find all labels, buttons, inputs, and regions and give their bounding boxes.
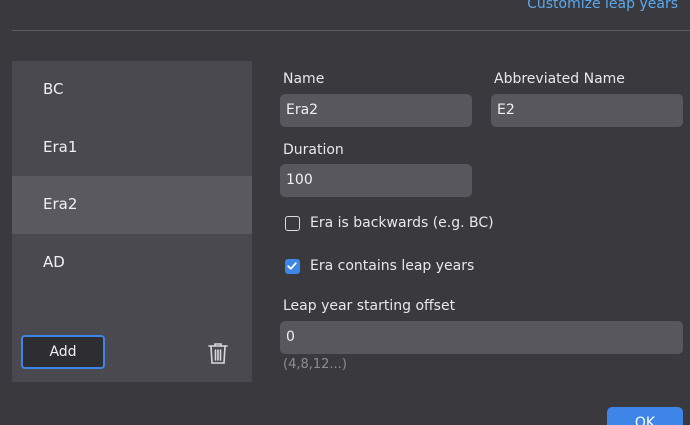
era-list-item-era1[interactable]: Era1 <box>12 119 252 177</box>
era-backwards-label: Era is backwards (e.g. BC) <box>310 215 494 231</box>
abbreviated-name-label: Abbreviated Name <box>494 71 625 87</box>
leap-offset-label: Leap year starting offset <box>283 298 456 314</box>
era-leap-years-label: Era contains leap years <box>310 258 475 274</box>
era-list-item-ad[interactable]: AD <box>12 234 252 292</box>
leap-offset-input[interactable]: 0 <box>280 321 683 354</box>
era-leap-years-checkbox[interactable] <box>285 258 300 274</box>
trash-icon-graphic <box>208 343 228 364</box>
customize-leap-years-link[interactable]: Customize leap years <box>527 0 678 12</box>
checkmark-icon <box>287 261 297 270</box>
leap-offset-hint: (4,8,12...) <box>283 357 347 372</box>
era-list-panel: BC Era1 Era2 AD Add <box>12 61 252 382</box>
ok-button[interactable]: OK <box>607 407 683 425</box>
divider <box>12 30 690 31</box>
name-label: Name <box>283 71 325 87</box>
era-backwards-checkbox[interactable] <box>285 215 300 231</box>
name-input[interactable]: Era2 <box>280 94 472 127</box>
duration-input[interactable]: 100 <box>280 164 472 197</box>
trash-icon[interactable] <box>207 341 229 365</box>
era-list-item-bc[interactable]: BC <box>12 61 252 119</box>
era-settings-dialog: Customize leap years BC Era1 Era2 AD Add… <box>0 0 690 425</box>
add-era-button[interactable]: Add <box>21 335 105 369</box>
era-leap-years-option[interactable]: Era contains leap years <box>285 258 474 274</box>
era-backwards-option[interactable]: Era is backwards (e.g. BC) <box>285 215 494 231</box>
era-list-item-era2[interactable]: Era2 <box>12 176 252 234</box>
abbreviated-name-input[interactable]: E2 <box>491 94 683 127</box>
duration-label: Duration <box>283 142 344 158</box>
